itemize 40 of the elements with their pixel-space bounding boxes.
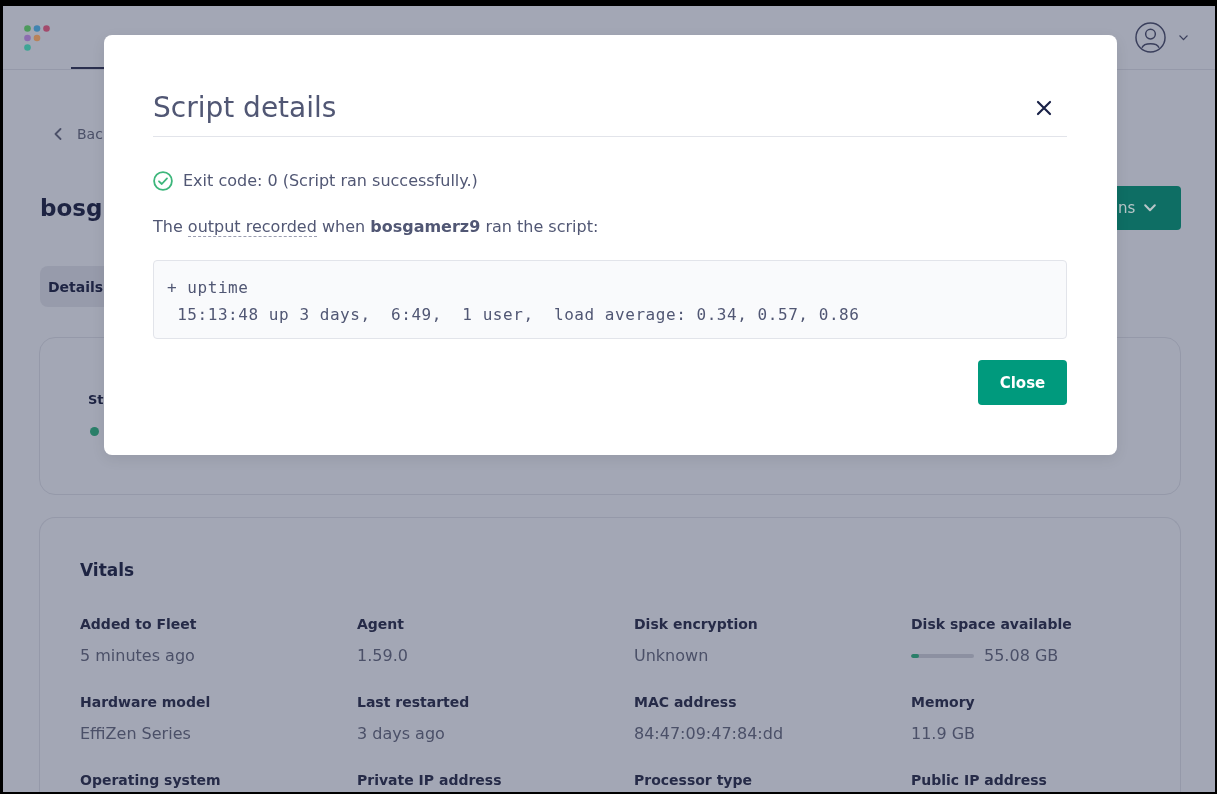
dialog-title: Script details bbox=[153, 91, 337, 125]
host-name-title: bosg bbox=[40, 194, 103, 223]
vital-label: Operating system bbox=[80, 771, 221, 790]
vital-label: Agent bbox=[357, 615, 404, 634]
vital-label: Last restarted bbox=[357, 693, 470, 712]
exit-code-text: Exit code: 0 (Script ran successfully.) bbox=[183, 170, 478, 192]
vital-value: EffiZen Series bbox=[80, 724, 191, 744]
close-button[interactable]: Close bbox=[978, 360, 1067, 405]
vital-value: 1.59.0 bbox=[357, 646, 408, 666]
vitals-title: Vitals bbox=[80, 559, 135, 582]
dismiss-button[interactable] bbox=[1036, 100, 1052, 116]
back-link[interactable]: Bac bbox=[77, 124, 103, 144]
vital-label: Processor type bbox=[634, 771, 752, 790]
status-title: St bbox=[88, 391, 104, 409]
vital-label: MAC address bbox=[634, 693, 737, 712]
output-recorded-tooltip[interactable]: output recorded bbox=[187, 217, 317, 237]
vital-value: 11.9 GB bbox=[911, 724, 976, 744]
vital-label: Hardware model bbox=[80, 693, 211, 712]
vital-label: Disk encryption bbox=[634, 615, 758, 634]
chevron-down-icon[interactable] bbox=[1179, 34, 1188, 41]
vital-value: Unknown bbox=[634, 646, 709, 666]
script-output: + uptime 15:13:48 up 3 days, 6:49, 1 user, load average: 0.34, 0.57, 0.86 bbox=[153, 260, 1067, 339]
tab[interactable]: Details bbox=[40, 266, 104, 307]
user-avatar-icon[interactable] bbox=[1135, 22, 1166, 53]
output-description: The output recorded when bosgamerz9 ran the script: bbox=[153, 216, 599, 238]
logo-icon[interactable] bbox=[24, 24, 50, 51]
vital-label: Memory bbox=[911, 693, 975, 712]
actions-button[interactable]: ns bbox=[1117, 186, 1181, 230]
vital-label: Private IP address bbox=[357, 771, 502, 790]
close-icon bbox=[1036, 100, 1052, 116]
chevron-left-icon[interactable] bbox=[54, 128, 62, 140]
vital-label: Disk space available bbox=[911, 615, 1072, 634]
vital-value: 3 days ago bbox=[357, 724, 445, 744]
vital-value: 55.08 GB bbox=[984, 646, 1059, 666]
vital-value: 5 minutes ago bbox=[80, 646, 195, 666]
vital-label: Public IP address bbox=[911, 771, 1047, 790]
chevron-down-icon bbox=[1144, 204, 1157, 212]
vital-value: 84:47:09:47:84:dd bbox=[634, 724, 784, 744]
vital-label: Added to Fleet bbox=[80, 615, 197, 634]
active-tab-underline bbox=[71, 67, 104, 69]
